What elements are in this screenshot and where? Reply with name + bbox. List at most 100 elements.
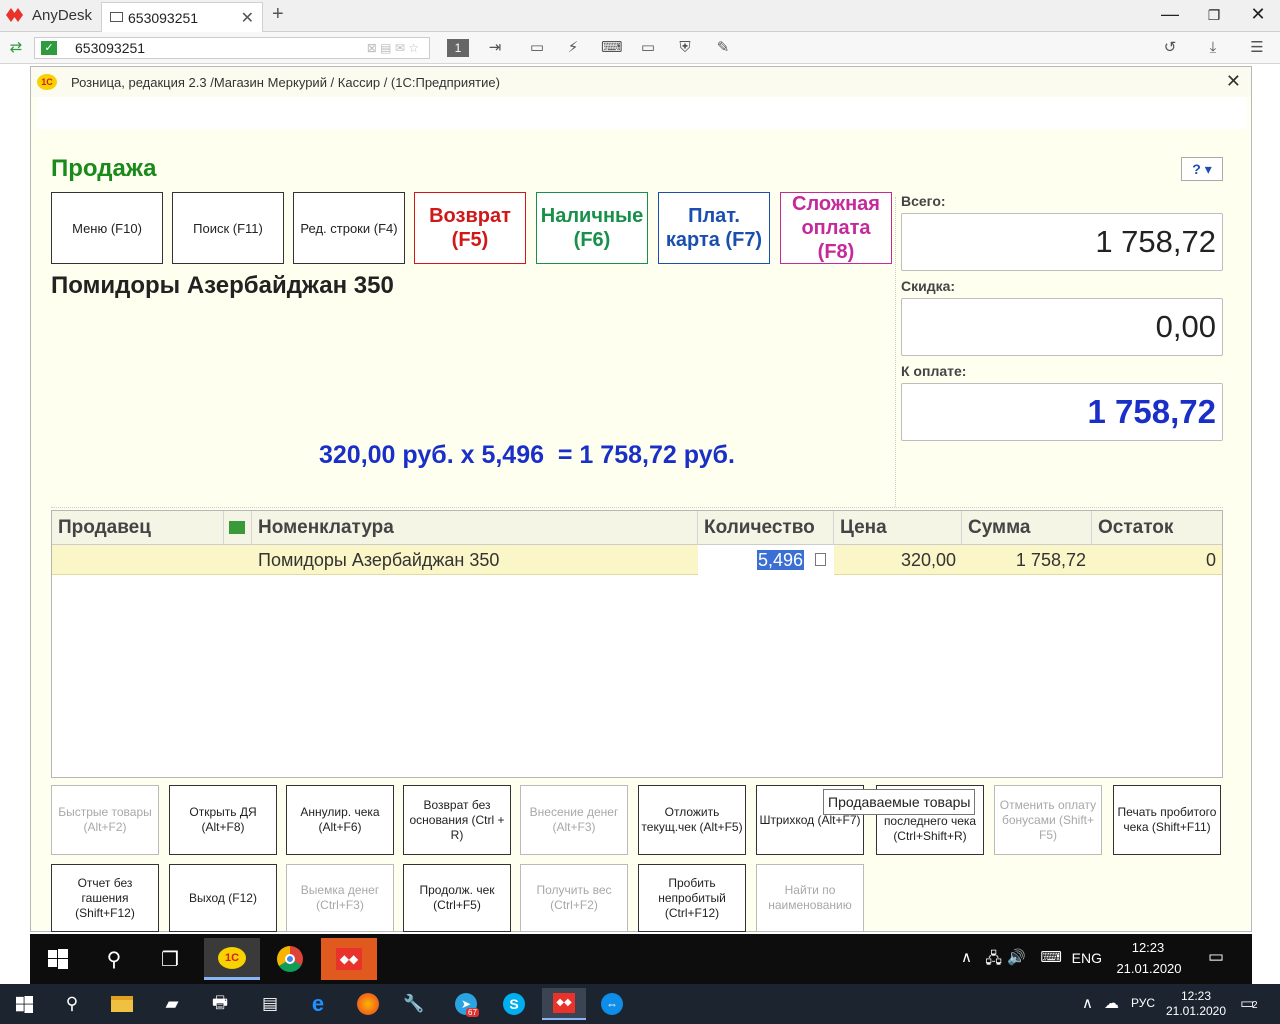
calculator-icon[interactable]: [815, 553, 826, 566]
local-taskbar: ⚲ ▰ 🖶 ▤ e 🔧 ➤ 67 S ◆◆ ⇔ ∧ ☁ РУС 12:23 21…: [0, 984, 1280, 1024]
anydesk-app-icon[interactable]: ◆◆: [321, 938, 377, 980]
close-tab-icon[interactable]: ✕: [241, 8, 254, 28]
col-item[interactable]: Номенклатура: [252, 511, 698, 545]
session-tab-label: 653093251: [128, 10, 199, 26]
scanner-icon[interactable]: ▤: [248, 988, 292, 1020]
minimize-button[interactable]: —: [1160, 4, 1180, 25]
onec-logo-icon: 1С: [37, 74, 57, 90]
help-button[interactable]: ? ▾: [1181, 157, 1223, 181]
local-lang[interactable]: РУС: [1131, 996, 1155, 1010]
teamviewer-icon[interactable]: ⇔: [590, 988, 634, 1020]
print-receipt-button[interactable]: Печать пробитого чека (Shift+F11): [1113, 785, 1221, 855]
history-icon[interactable]: ↺: [1160, 38, 1180, 58]
table-header: Продавец Номенклатура Количество Цена Су…: [52, 511, 1222, 545]
money-icon: [229, 521, 245, 534]
sale-items-table[interactable]: Продавец Номенклатура Количество Цена Су…: [51, 510, 1223, 778]
cancel-receipt-button[interactable]: Аннулир. чека (Alt+F6): [286, 785, 394, 855]
skype-icon[interactable]: S: [492, 988, 536, 1020]
cell-item: Помидоры Азербайджан 350: [258, 550, 500, 570]
network-icon[interactable]: 🖧: [985, 948, 1002, 973]
start-icon[interactable]: [30, 938, 86, 980]
monitor-icon: [110, 12, 123, 22]
tools-icon[interactable]: 🔧: [392, 988, 436, 1020]
onec-app-icon[interactable]: 1С: [204, 938, 260, 980]
edit-row-button[interactable]: Ред. строки (F4): [293, 192, 405, 264]
session-tab[interactable]: 653093251 ✕: [101, 2, 263, 32]
local-tray-chevron-icon[interactable]: ∧: [1082, 994, 1093, 1012]
transfer-icon[interactable]: ⇥: [485, 38, 505, 58]
chrome-icon[interactable]: [262, 938, 318, 980]
table-row[interactable]: Помидоры Азербайджан 350 5,496 320,00 1 …: [52, 545, 1222, 575]
edge-icon[interactable]: e: [296, 988, 340, 1020]
task-view-icon[interactable]: ❐: [142, 938, 198, 980]
whiteboard-icon[interactable]: ✎: [713, 38, 733, 58]
col-sum[interactable]: Сумма: [962, 511, 1092, 545]
local-anydesk-icon[interactable]: ◆◆: [542, 988, 586, 1020]
local-search-icon[interactable]: ⚲: [50, 988, 94, 1020]
search-icon[interactable]: ⚲: [86, 938, 142, 980]
actions-icon[interactable]: ⚡: [563, 38, 583, 58]
printer-icon[interactable]: 🖶: [198, 988, 242, 1020]
search-button[interactable]: Поиск (F11): [172, 192, 284, 264]
tray-chevron-icon[interactable]: ∧: [961, 948, 972, 966]
col-icon[interactable]: [224, 511, 252, 545]
punch-unpunched-button[interactable]: Пробить непробитый (Ctrl+F12): [638, 864, 746, 932]
maximize-button[interactable]: ❐: [1204, 7, 1224, 24]
qty-input[interactable]: 5,496: [756, 550, 804, 570]
local-clock-time[interactable]: 12:23: [1170, 989, 1222, 1003]
cash-button[interactable]: Наличные (F6): [536, 192, 648, 264]
download-icon[interactable]: ⤓: [1203, 38, 1223, 58]
permissions-icon[interactable]: ⛨: [675, 38, 695, 58]
cell-qty-editor[interactable]: 5,496: [698, 545, 834, 575]
keyboard-tray-icon[interactable]: ⌨: [1040, 948, 1062, 966]
find-by-name-button[interactable]: Найти по наименованию: [756, 864, 864, 932]
notifications-icon[interactable]: ▭: [1208, 947, 1224, 967]
return-without-basis-button[interactable]: Возврат без основания (Ctrl + R): [403, 785, 511, 855]
total-label: Всего:: [901, 193, 946, 209]
cash-out-button[interactable]: Выемка денег (Ctrl+F3): [286, 864, 394, 932]
close-window-button[interactable]: ✕: [1248, 4, 1268, 25]
address-field[interactable]: ✓ 653093251 ⊠ ▤ ✉ ☆: [34, 37, 430, 59]
keyboard-icon[interactable]: ⌨: [601, 38, 623, 58]
tooltip: Продаваемые товары: [823, 789, 976, 815]
get-weight-button[interactable]: Получить вес (Ctrl+F2): [520, 864, 628, 932]
cancel-bonus-payment-button[interactable]: Отменить оплату бонусами (Shift+ F5): [994, 785, 1102, 855]
new-tab-button[interactable]: +: [272, 3, 284, 26]
postpone-receipt-button[interactable]: Отложить текущ.чек (Alt+F5): [638, 785, 746, 855]
onec-window-title: Розница, редакция 2.3 /Магазин Меркурий …: [71, 75, 500, 90]
quick-items-button[interactable]: Быстрые товары (Alt+F2): [51, 785, 159, 855]
open-cash-drawer-button[interactable]: Открыть ДЯ (Alt+F8): [169, 785, 277, 855]
col-seller[interactable]: Продавец: [52, 511, 224, 545]
remote-clock-date[interactable]: 21.01.2020: [1112, 961, 1186, 976]
remote-lang[interactable]: ENG: [1072, 950, 1102, 966]
onec-close-button[interactable]: ✕: [1226, 71, 1241, 92]
display-icon[interactable]: ▭: [638, 38, 658, 58]
session-number-badge[interactable]: 1: [447, 39, 469, 57]
anydesk-tab-strip: AnyDesk 653093251 ✕ + — ❐ ✕: [0, 0, 1280, 32]
col-rest[interactable]: Остаток: [1092, 511, 1222, 545]
continue-receipt-button[interactable]: Продолж. чек (Ctrl+F5): [403, 864, 511, 932]
drive-icon[interactable]: ▰: [150, 988, 194, 1020]
remote-clock-time[interactable]: 12:23: [1118, 940, 1178, 955]
complex-payment-button[interactable]: Сложная оплата (F8): [780, 192, 892, 264]
x-report-button[interactable]: Отчет без гашения (Shift+F12): [51, 864, 159, 932]
local-start-icon[interactable]: [2, 988, 46, 1020]
col-qty[interactable]: Количество: [698, 511, 834, 545]
cloud-icon[interactable]: ☁: [1104, 994, 1119, 1012]
return-button[interactable]: Возврат (F5): [414, 192, 526, 264]
cash-in-button[interactable]: Внесение денег (Alt+F3): [520, 785, 628, 855]
local-clock-date[interactable]: 21.01.2020: [1164, 1004, 1228, 1018]
file-explorer-icon[interactable]: [100, 988, 144, 1020]
address-tools-icon: ⊠ ▤ ✉ ☆: [366, 41, 419, 55]
to-pay-label: К оплате:: [901, 363, 967, 379]
card-payment-button[interactable]: Плат. карта (F7): [658, 192, 770, 264]
chat-icon[interactable]: ▭: [527, 38, 547, 58]
menu-icon[interactable]: ☰: [1247, 38, 1267, 58]
section-divider: [51, 507, 1223, 508]
telegram-icon[interactable]: ➤ 67: [444, 988, 488, 1020]
firefox-icon[interactable]: [346, 988, 390, 1020]
exit-button[interactable]: Выход (F12): [169, 864, 277, 932]
volume-icon[interactable]: 🔊: [1007, 948, 1026, 966]
menu-button[interactable]: Меню (F10): [51, 192, 163, 264]
col-price[interactable]: Цена: [834, 511, 962, 545]
